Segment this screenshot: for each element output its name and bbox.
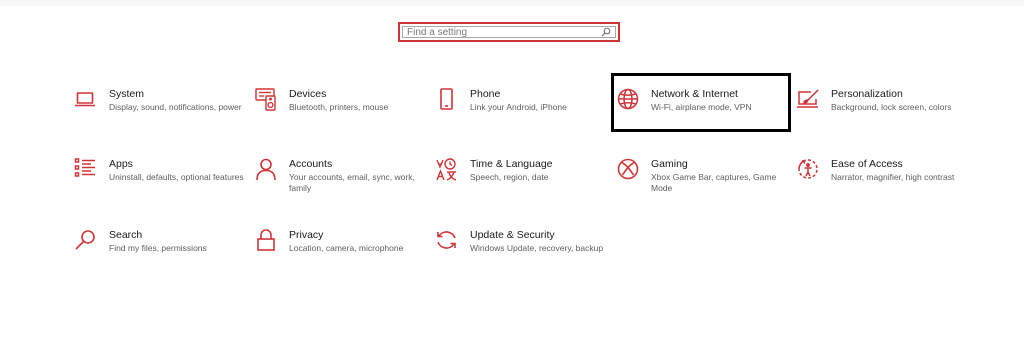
tile-system[interactable]: System Display, sound, notifications, po… (74, 88, 246, 144)
tile-title: Privacy (289, 229, 324, 241)
sync-arrows-icon (435, 229, 459, 253)
tile-title: Phone (470, 88, 501, 100)
tile-gaming[interactable]: Gaming Xbox Game Bar, captures, Game Mod… (616, 158, 788, 214)
tile-description: Background, lock screen, colors (831, 102, 952, 112)
tile-title: Gaming (651, 158, 688, 170)
tile-title: Devices (289, 88, 327, 100)
tile-description: Link your Android, iPhone (470, 102, 567, 112)
tile-title: Apps (109, 158, 133, 170)
search-field-frame (402, 26, 616, 38)
tile-personalization[interactable]: Personalization Background, lock screen,… (796, 88, 968, 144)
tile-title: Personalization (831, 88, 903, 100)
tile-apps[interactable]: Apps Uninstall, defaults, optional featu… (74, 158, 246, 214)
tile-description: Speech, region, date (470, 172, 549, 182)
tile-title: Ease of Access (831, 158, 903, 170)
tile-ease-of-access[interactable]: Ease of Access Narrator, magnifier, high… (796, 158, 968, 214)
tile-phone[interactable]: Phone Link your Android, iPhone (435, 88, 607, 144)
tile-update-security[interactable]: Update & Security Windows Update, recove… (435, 229, 607, 285)
tile-title: Network & Internet (651, 88, 738, 100)
tile-privacy[interactable]: Privacy Location, camera, microphone (254, 229, 426, 285)
phone-icon (435, 88, 459, 112)
apps-list-icon (74, 158, 98, 182)
tile-description: Uninstall, defaults, optional features (109, 172, 244, 182)
tile-description: Your accounts, email, sync, work, family (289, 172, 415, 193)
tile-description: Location, camera, microphone (289, 243, 404, 253)
tile-title: System (109, 88, 145, 100)
tile-description: Wi-Fi, airplane mode, VPN (651, 102, 752, 112)
tile-devices[interactable]: Devices Bluetooth, printers, mouse (254, 88, 426, 144)
search-magnifier-icon (74, 229, 98, 253)
tile-accounts[interactable]: Accounts Your accounts, email, sync, wor… (254, 158, 426, 214)
tile-title: Time & Language (470, 158, 553, 170)
tile-description: Windows Update, recovery, backup (470, 243, 604, 253)
lock-icon (254, 229, 278, 253)
tile-title: Search (109, 229, 143, 241)
tile-description: Display, sound, notifications, power (109, 102, 242, 112)
person-icon (254, 158, 278, 182)
keyboard-speaker-icon (254, 88, 278, 112)
tile-time-language[interactable]: Time & Language Speech, region, date (435, 158, 607, 214)
time-language-icon (435, 158, 459, 182)
search-icon[interactable] (599, 26, 613, 38)
search-input[interactable] (403, 26, 599, 38)
xbox-icon (616, 158, 640, 182)
tile-description: Xbox Game Bar, captures, Game Mode (651, 172, 777, 193)
paintbrush-screen-icon (796, 88, 820, 112)
laptop-icon (74, 88, 98, 112)
tile-description: Find my files, permissions (109, 243, 207, 253)
tile-description: Bluetooth, printers, mouse (289, 102, 389, 112)
tile-title: Update & Security (470, 229, 555, 241)
title-bar-strip (0, 0, 1024, 6)
tile-description: Narrator, magnifier, high contrast (831, 172, 955, 182)
search-box[interactable] (398, 22, 620, 42)
tile-network-internet[interactable]: Network & Internet Wi-Fi, airplane mode,… (616, 88, 788, 144)
ease-of-access-icon (796, 158, 820, 182)
tile-search[interactable]: Search Find my files, permissions (74, 229, 246, 285)
globe-icon (616, 88, 640, 112)
tile-title: Accounts (289, 158, 333, 170)
settings-home: System Display, sound, notifications, po… (0, 0, 1024, 346)
